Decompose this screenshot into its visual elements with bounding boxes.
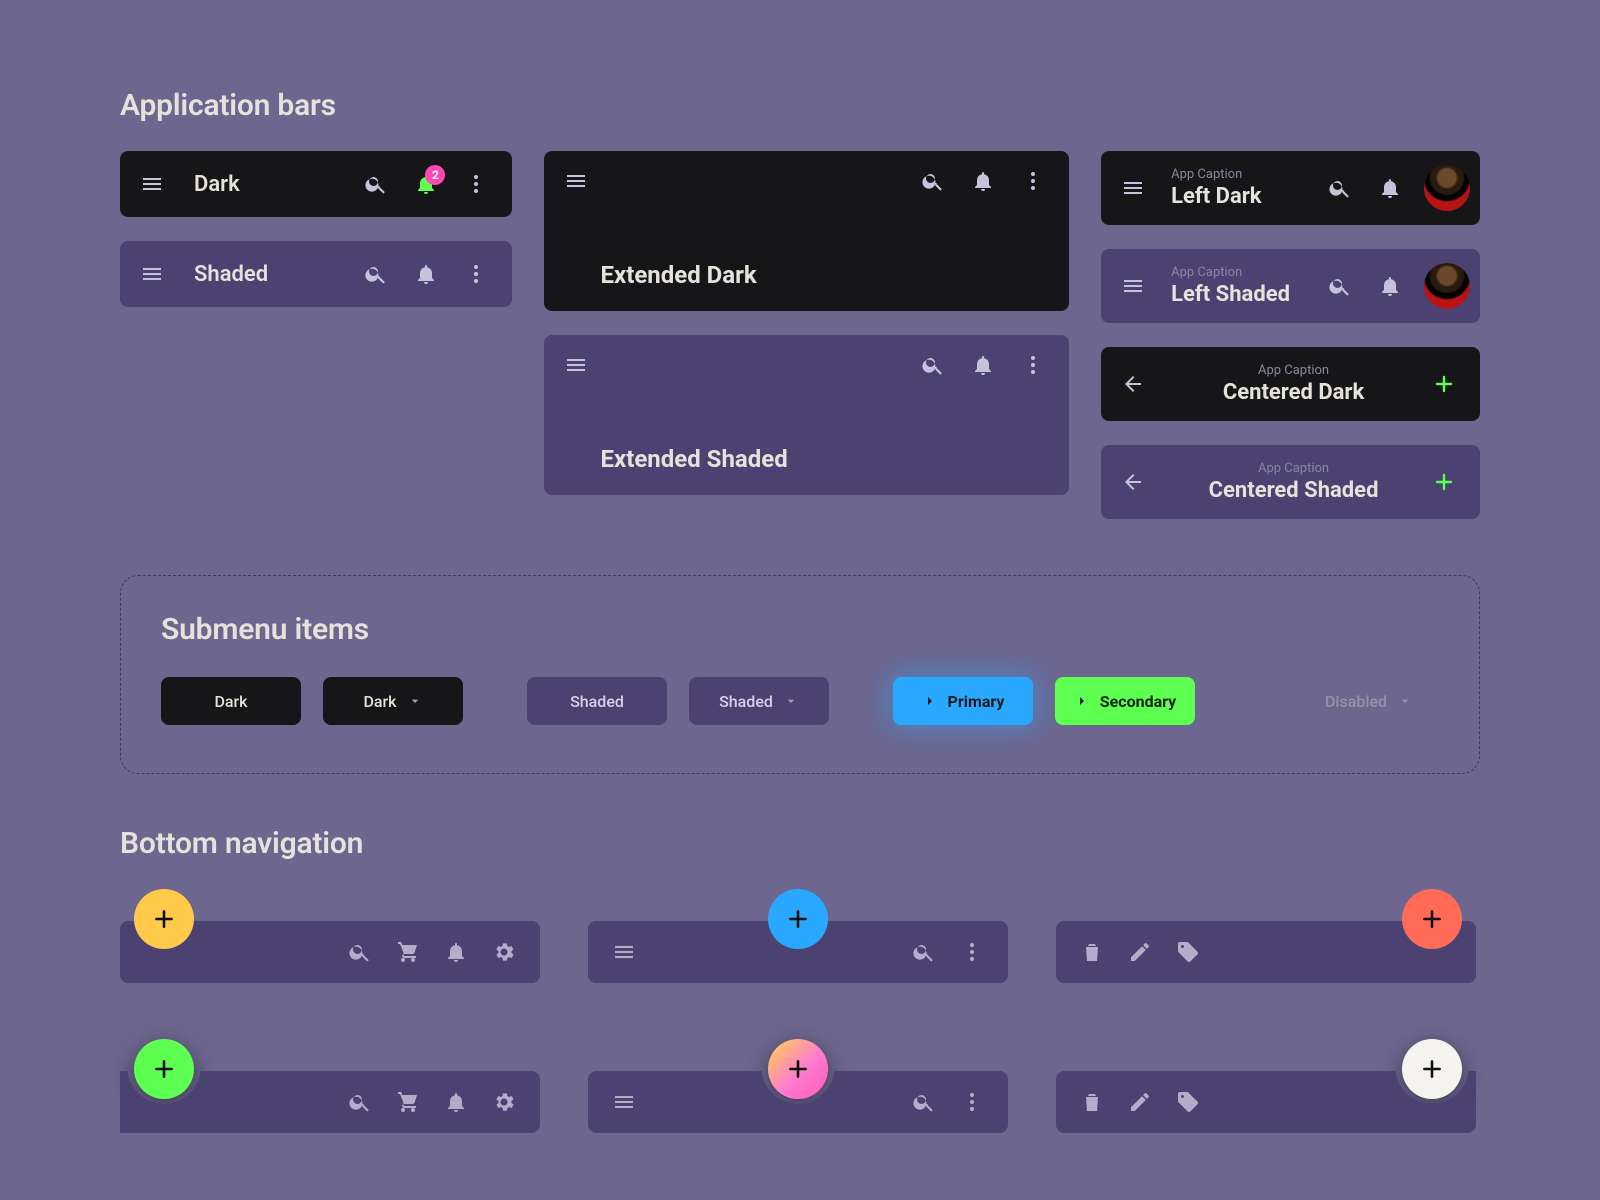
- submenu-section: Submenu items Dark Dark Shaded Shaded Pr…: [120, 575, 1480, 774]
- appbar-left-dark: App Caption Left Dark: [1101, 151, 1480, 225]
- search-icon[interactable]: [338, 930, 382, 974]
- bell-icon[interactable]: [1368, 264, 1412, 308]
- search-icon[interactable]: [902, 930, 946, 974]
- appbar-title: Dark: [194, 172, 348, 197]
- search-icon[interactable]: [354, 162, 398, 206]
- more-icon[interactable]: [950, 930, 994, 974]
- fab-add[interactable]: [1402, 889, 1462, 949]
- cart-icon[interactable]: [386, 1080, 430, 1124]
- submenu-dark[interactable]: Dark: [161, 677, 301, 725]
- chip-label: Shaded: [570, 692, 624, 711]
- notification-badge: 2: [425, 165, 445, 185]
- pencil-icon[interactable]: [1118, 1080, 1162, 1124]
- chip-label: Primary: [948, 692, 1005, 711]
- appbar-centered-shaded: App Caption Centered Shaded: [1101, 445, 1480, 519]
- submenu-shaded-dropdown[interactable]: Shaded: [689, 677, 829, 725]
- more-icon[interactable]: [950, 1080, 994, 1124]
- app-caption: App Caption: [1258, 364, 1329, 378]
- appbar-centered-dark: App Caption Centered Dark: [1101, 347, 1480, 421]
- pencil-icon[interactable]: [1118, 930, 1162, 974]
- appbar-title: Left Dark: [1171, 185, 1312, 208]
- more-icon[interactable]: [1011, 343, 1055, 387]
- search-icon[interactable]: [1318, 264, 1362, 308]
- avatar[interactable]: [1424, 165, 1470, 211]
- chip-label: Disabled: [1325, 692, 1387, 711]
- appbar-left-shaded: App Caption Left Shaded: [1101, 249, 1480, 323]
- fab-add[interactable]: [134, 889, 194, 949]
- cart-icon[interactable]: [386, 930, 430, 974]
- app-caption: App Caption: [1171, 168, 1312, 182]
- section-title-bottomnav: Bottom navigation: [120, 826, 1480, 861]
- chevron-down-icon: [783, 693, 799, 709]
- appbar-title: Centered Dark: [1223, 381, 1364, 404]
- more-icon[interactable]: [454, 162, 498, 206]
- chip-label: Dark: [363, 692, 396, 711]
- menu-icon[interactable]: [554, 159, 598, 203]
- tag-icon[interactable]: [1166, 930, 1210, 974]
- appbar-shaded: Shaded: [120, 241, 512, 307]
- trash-icon[interactable]: [1070, 1080, 1114, 1124]
- back-icon[interactable]: [1111, 362, 1155, 406]
- tag-icon[interactable]: [1166, 1080, 1210, 1124]
- app-caption: App Caption: [1171, 266, 1312, 280]
- appbar-title: Extended Shaded: [544, 445, 1069, 495]
- section-title-submenu: Submenu items: [161, 612, 1439, 647]
- chip-label: Dark: [214, 692, 247, 711]
- menu-icon[interactable]: [130, 162, 174, 206]
- back-icon[interactable]: [1111, 460, 1155, 504]
- plus-icon[interactable]: [1422, 460, 1466, 504]
- trash-icon[interactable]: [1070, 930, 1114, 974]
- bell-icon[interactable]: [961, 159, 1005, 203]
- submenu-secondary[interactable]: Secondary: [1055, 677, 1195, 725]
- app-caption: App Caption: [1258, 462, 1329, 476]
- chevron-right-icon: [1074, 693, 1090, 709]
- submenu-disabled: Disabled: [1299, 677, 1439, 725]
- chip-label: Shaded: [719, 692, 773, 711]
- bell-icon[interactable]: [404, 252, 448, 296]
- section-title-appbars: Application bars: [120, 88, 1480, 123]
- bell-icon[interactable]: [961, 343, 1005, 387]
- bottomnav-bar: [1056, 1071, 1476, 1133]
- search-icon[interactable]: [354, 252, 398, 296]
- menu-icon[interactable]: [602, 1080, 646, 1124]
- menu-icon[interactable]: [130, 252, 174, 296]
- menu-icon[interactable]: [602, 930, 646, 974]
- appbar-title: Left Shaded: [1171, 283, 1312, 306]
- search-icon[interactable]: [1318, 166, 1362, 210]
- submenu-dark-dropdown[interactable]: Dark: [323, 677, 463, 725]
- fab-add[interactable]: [768, 889, 828, 949]
- gear-icon[interactable]: [482, 930, 526, 974]
- appbar-extended-shaded: Extended Shaded: [544, 335, 1069, 495]
- chevron-right-icon: [922, 693, 938, 709]
- submenu-primary[interactable]: Primary: [893, 677, 1033, 725]
- more-icon[interactable]: [454, 252, 498, 296]
- search-icon[interactable]: [911, 159, 955, 203]
- bottomnav-bar: [588, 1071, 1008, 1133]
- gear-icon[interactable]: [482, 1080, 526, 1124]
- menu-icon[interactable]: [1111, 264, 1155, 308]
- more-icon[interactable]: [1011, 159, 1055, 203]
- avatar[interactable]: [1424, 263, 1470, 309]
- search-icon[interactable]: [338, 1080, 382, 1124]
- chevron-down-icon: [407, 693, 423, 709]
- appbar-title: Shaded: [194, 262, 348, 287]
- bell-icon[interactable]: [434, 930, 478, 974]
- plus-icon[interactable]: [1422, 362, 1466, 406]
- bell-icon[interactable]: [1368, 166, 1412, 210]
- chip-label: Secondary: [1100, 692, 1176, 711]
- bottomnav-bar: [120, 1071, 540, 1133]
- menu-icon[interactable]: [554, 343, 598, 387]
- submenu-shaded[interactable]: Shaded: [527, 677, 667, 725]
- bell-icon[interactable]: [434, 1080, 478, 1124]
- appbar-extended-dark: Extended Dark: [544, 151, 1069, 311]
- menu-icon[interactable]: [1111, 166, 1155, 210]
- search-icon[interactable]: [911, 343, 955, 387]
- search-icon[interactable]: [902, 1080, 946, 1124]
- chevron-down-icon: [1397, 693, 1413, 709]
- appbar-title: Centered Shaded: [1209, 479, 1379, 502]
- appbar-dark: Dark 2: [120, 151, 512, 217]
- bell-icon[interactable]: 2: [404, 162, 448, 206]
- appbar-title: Extended Dark: [544, 261, 1069, 311]
